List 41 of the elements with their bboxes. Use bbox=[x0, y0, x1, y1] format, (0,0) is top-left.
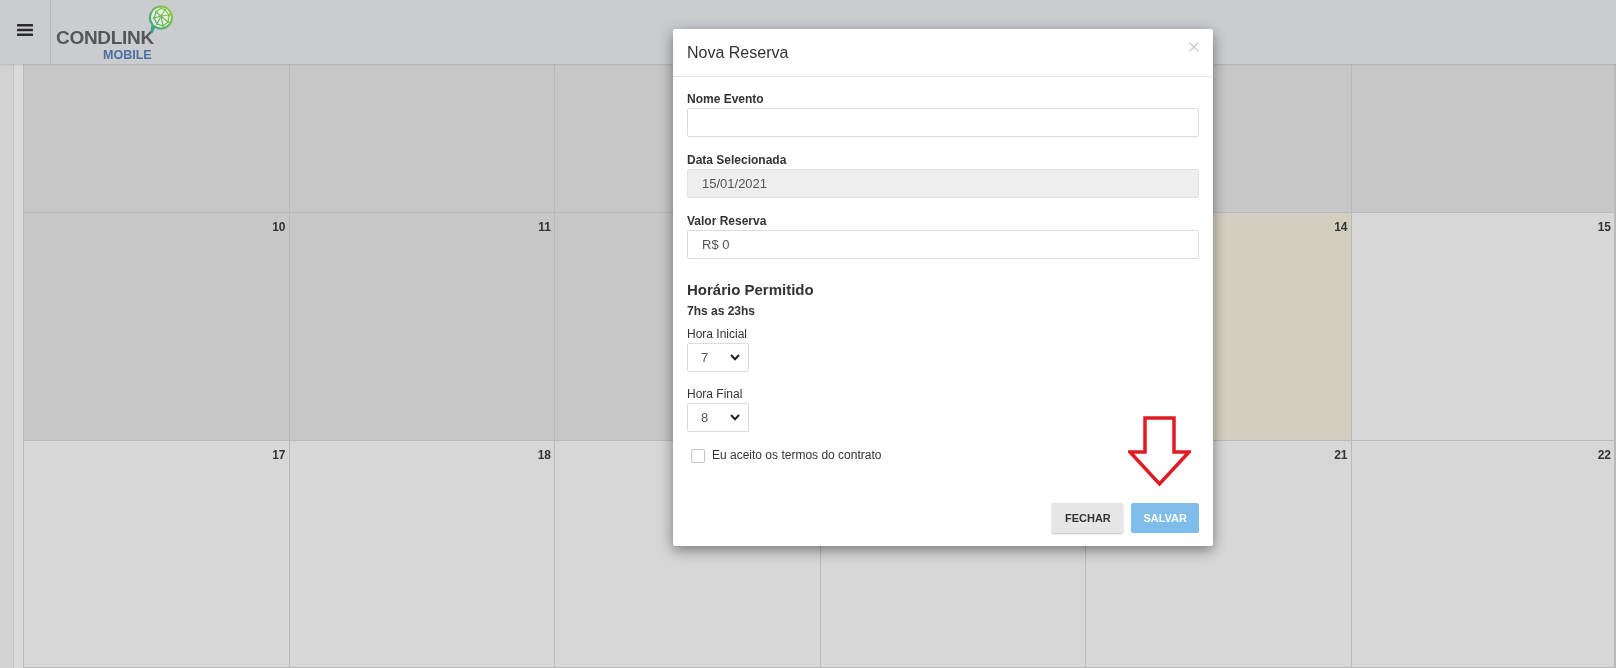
calendar-day-cell[interactable] bbox=[23, 64, 289, 213]
calendar-day-cell[interactable] bbox=[288, 64, 554, 213]
close-icon[interactable] bbox=[1189, 42, 1199, 52]
checkbox-label: Eu aceito os termos do contrato bbox=[712, 448, 882, 463]
calendar-day-cell[interactable]: 15 bbox=[1350, 213, 1616, 441]
allowed-hours-text: 7hs as 23hs bbox=[687, 304, 756, 319]
text-field: 15/01/2021 bbox=[687, 169, 1199, 198]
calendar-day-cell[interactable] bbox=[1350, 64, 1616, 213]
checkbox[interactable] bbox=[691, 448, 705, 463]
logo-wordmark: CONDLINK bbox=[56, 28, 154, 48]
menu-icon[interactable] bbox=[17, 24, 33, 36]
field-label: Hora Final bbox=[687, 387, 743, 402]
field-label: Hora Inicial bbox=[687, 327, 748, 342]
day-number: 21 bbox=[1334, 448, 1348, 462]
calendar-day-cell[interactable]: 11 bbox=[288, 213, 554, 441]
hour-select[interactable]: 7 bbox=[687, 343, 749, 372]
save-button: SALVAR bbox=[1131, 503, 1199, 533]
chevron-down-icon bbox=[730, 354, 740, 361]
calendar-day-cell[interactable]: 10 bbox=[23, 213, 289, 441]
logo-tagline: MOBILE bbox=[103, 48, 152, 62]
down-arrow-icon bbox=[1128, 416, 1191, 487]
field-label: Data Selecionada bbox=[687, 153, 787, 168]
field-label: Valor Reserva bbox=[687, 214, 767, 229]
chevron-down-icon bbox=[730, 414, 740, 421]
calendar-day-cell[interactable]: 22 bbox=[1350, 441, 1616, 668]
day-number: 14 bbox=[1334, 220, 1348, 234]
field-label: Nome Evento bbox=[687, 92, 764, 107]
day-number: 11 bbox=[538, 220, 551, 234]
day-number: 22 bbox=[1597, 448, 1611, 462]
day-number: 18 bbox=[537, 448, 551, 462]
calendar-day-cell[interactable]: 17 bbox=[23, 441, 289, 668]
section-title: Horário Permitido bbox=[687, 281, 814, 299]
text-field[interactable] bbox=[687, 108, 1199, 137]
day-number: 17 bbox=[272, 448, 286, 462]
hour-select[interactable]: 8 bbox=[687, 403, 749, 432]
text-field[interactable]: R$ 0 bbox=[687, 230, 1199, 259]
close-button[interactable]: FECHAR bbox=[1052, 503, 1124, 533]
calendar-day-cell[interactable]: 18 bbox=[288, 441, 554, 668]
day-number: 10 bbox=[272, 220, 286, 234]
day-number: 15 bbox=[1597, 220, 1611, 234]
dialog-title: Nova Reserva bbox=[687, 42, 789, 63]
